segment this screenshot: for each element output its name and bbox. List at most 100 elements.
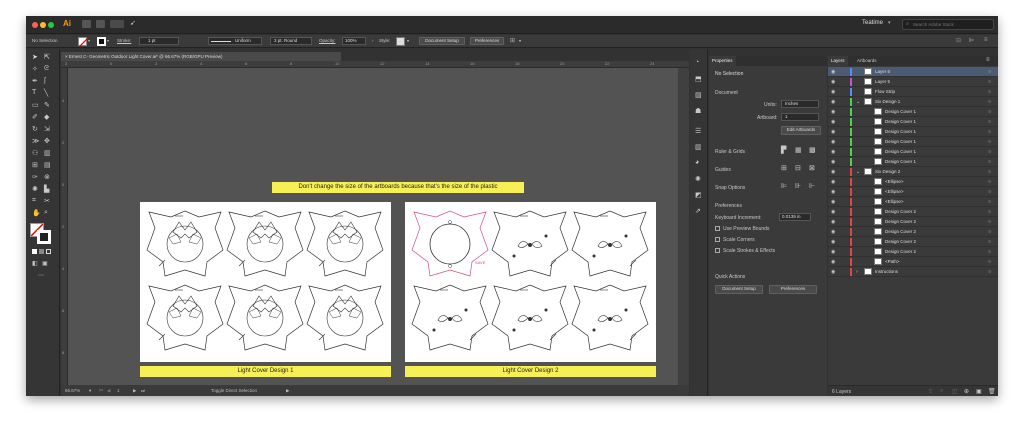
- arrange-icon[interactable]: ⊟: [956, 37, 961, 44]
- last-artboard-icon[interactable]: ⏭: [141, 388, 145, 393]
- expand-arrow-icon[interactable]: ›: [856, 269, 858, 275]
- artboard-1[interactable]: [140, 202, 391, 362]
- gpu-performance-icon[interactable]: ➹: [130, 19, 136, 27]
- tab-properties[interactable]: Properties: [709, 56, 736, 66]
- edit-toolbar-icon[interactable]: ⋯: [38, 272, 44, 279]
- target-circle-icon[interactable]: ○: [988, 199, 991, 205]
- first-artboard-icon[interactable]: ⏮: [99, 388, 103, 393]
- hand-tool-icon[interactable]: ✋: [32, 209, 41, 217]
- layer-row[interactable]: ◉ Design Cover 2 ○: [828, 217, 998, 227]
- artboard-dropdown[interactable]: 1: [781, 113, 819, 121]
- current-tool-status[interactable]: Toggle Direct Selection: [211, 388, 257, 393]
- layer-row[interactable]: ◉ <Ellipse> ○: [828, 187, 998, 197]
- lock-guides-icon[interactable]: ⊟: [795, 164, 801, 172]
- grid-icon[interactable]: ▦: [795, 146, 802, 154]
- visibility-eye-icon[interactable]: ◉: [831, 269, 835, 275]
- target-circle-icon[interactable]: ○: [988, 229, 991, 235]
- zoom-window-button[interactable]: [48, 22, 54, 28]
- document-tab[interactable]: × Ernest C- Geometric Outdoor Light Cove…: [61, 52, 341, 61]
- visibility-eye-icon[interactable]: ◉: [831, 169, 835, 175]
- document-setup-button[interactable]: Document Setup: [419, 37, 465, 45]
- expand-arrow-icon[interactable]: ⌄: [856, 99, 860, 105]
- variable-width-profile[interactable]: Uniform: [208, 37, 262, 45]
- visibility-eye-icon[interactable]: ◉: [831, 79, 835, 85]
- free-transform-icon[interactable]: ✥: [44, 137, 50, 145]
- shape-builder-icon[interactable]: ⚇: [32, 149, 38, 157]
- quick-document-setup-button[interactable]: Document Setup: [715, 285, 763, 294]
- preferences-button[interactable]: Preferences: [470, 37, 504, 45]
- selection-tool-icon[interactable]: ➤: [32, 53, 38, 61]
- scale-strokes-checkbox[interactable]: [715, 248, 720, 253]
- zoom-level[interactable]: 66.67%: [65, 388, 80, 393]
- target-circle-icon[interactable]: ○: [988, 129, 991, 135]
- visibility-eye-icon[interactable]: ◉: [831, 179, 835, 185]
- visibility-eye-icon[interactable]: ◉: [831, 149, 835, 155]
- menu-icon[interactable]: ≡: [984, 37, 988, 43]
- brush-definition[interactable]: 3 pt. Round: [270, 37, 312, 45]
- target-circle-icon[interactable]: ○: [988, 149, 991, 155]
- align-icon[interactable]: ⊫: [969, 37, 974, 44]
- layer-row[interactable]: ◉ Design Cover 1 ○: [828, 157, 998, 167]
- layer-row[interactable]: ◉ <Ellipse> ○: [828, 197, 998, 207]
- libraries-icon[interactable]: ◔: [695, 59, 699, 66]
- layer-row[interactable]: ◉ › Instructions ○: [828, 267, 998, 277]
- layer-row[interactable]: ◉ ⌄ Six Design 1 ○: [828, 97, 998, 107]
- layer-row[interactable]: ◉ Design Cover 1 ○: [828, 117, 998, 127]
- layer-row[interactable]: ◉ Design Cover 1 ○: [828, 137, 998, 147]
- scale-corners-checkbox[interactable]: [715, 237, 720, 242]
- draw-mode-icon[interactable]: ◧: [32, 260, 38, 267]
- visibility-eye-icon[interactable]: ◉: [831, 249, 835, 255]
- layer-row[interactable]: ◉ Layer 5 ○: [828, 77, 998, 87]
- shaper-tool-icon[interactable]: ✐: [32, 113, 38, 121]
- eraser-icon[interactable]: ◆: [44, 113, 49, 121]
- visibility-eye-icon[interactable]: ◉: [831, 99, 835, 105]
- curvature-tool-icon[interactable]: ∫: [44, 77, 46, 84]
- edit-artboards-button[interactable]: Edit Artboards: [781, 126, 821, 135]
- target-circle-icon[interactable]: ○: [988, 109, 991, 115]
- visibility-eye-icon[interactable]: ◉: [831, 89, 835, 95]
- expand-arrow-icon[interactable]: ⌄: [856, 169, 860, 175]
- layer-row[interactable]: ◉ Design Cover 2 ○: [828, 247, 998, 257]
- units-dropdown[interactable]: Inches: [781, 100, 819, 108]
- none-mode-icon[interactable]: [46, 249, 51, 254]
- target-circle-icon[interactable]: ○: [988, 219, 991, 225]
- layer-row[interactable]: ◉ Design Cover 1 ○: [828, 147, 998, 157]
- target-circle-icon[interactable]: ○: [988, 239, 991, 245]
- color-mode-icon[interactable]: [32, 249, 37, 254]
- keyboard-increment-field[interactable]: 0.0139 in: [779, 213, 811, 221]
- image-icon[interactable]: ▨: [695, 91, 702, 99]
- canvas[interactable]: Don't change the size of the artboards b…: [68, 68, 678, 385]
- snap-to-glyph-icon[interactable]: ⊩: [809, 182, 815, 190]
- color-panel-icon[interactable]: ◕: [695, 159, 699, 166]
- direct-selection-icon[interactable]: ⇱: [44, 53, 50, 61]
- export-icon[interactable]: ⇗: [695, 207, 701, 215]
- perspective-grid-icon[interactable]: ▥: [44, 149, 51, 157]
- graph-tool-icon[interactable]: ▙: [44, 185, 49, 193]
- stock-search-input[interactable]: ⌕ Search Adobe Stock: [902, 19, 994, 30]
- stroke-weight-field[interactable]: 1 pt: [139, 37, 179, 45]
- snap-to-pixel-icon[interactable]: ⊪: [795, 182, 801, 190]
- visibility-eye-icon[interactable]: ◉: [831, 159, 835, 165]
- close-window-button[interactable]: [32, 22, 38, 28]
- magic-wand-icon[interactable]: ✧: [32, 65, 38, 73]
- target-circle-icon[interactable]: ○: [988, 139, 991, 145]
- visibility-eye-icon[interactable]: ◉: [831, 219, 835, 225]
- symbols-icon[interactable]: ⬒: [695, 75, 702, 83]
- next-artboard-icon[interactable]: ▶: [133, 388, 136, 394]
- bridge-icon[interactable]: [82, 20, 91, 28]
- target-circle-icon[interactable]: ○: [988, 69, 991, 75]
- visibility-eye-icon[interactable]: ◉: [831, 229, 835, 235]
- slice-tool-icon[interactable]: ✂: [44, 197, 50, 205]
- layer-row[interactable]: ◉ Design Cover 1 ○: [828, 127, 998, 137]
- layer-row[interactable]: ◉ Design Cover 1 ○: [828, 107, 998, 117]
- line-tool-icon[interactable]: ╲: [44, 89, 48, 97]
- previous-artboard-icon[interactable]: ◀: [107, 388, 110, 394]
- visibility-eye-icon[interactable]: ◉: [831, 69, 835, 75]
- target-circle-icon[interactable]: ○: [988, 269, 991, 275]
- mesh-tool-icon[interactable]: ⊞: [32, 161, 38, 169]
- graphic-style-swatch[interactable]: [396, 37, 405, 46]
- workspace-switcher[interactable]: Teatime: [862, 20, 883, 26]
- artboard-number[interactable]: 1: [117, 388, 120, 393]
- play-icon[interactable]: ▶: [286, 388, 289, 394]
- type-tool-icon[interactable]: T: [32, 89, 36, 96]
